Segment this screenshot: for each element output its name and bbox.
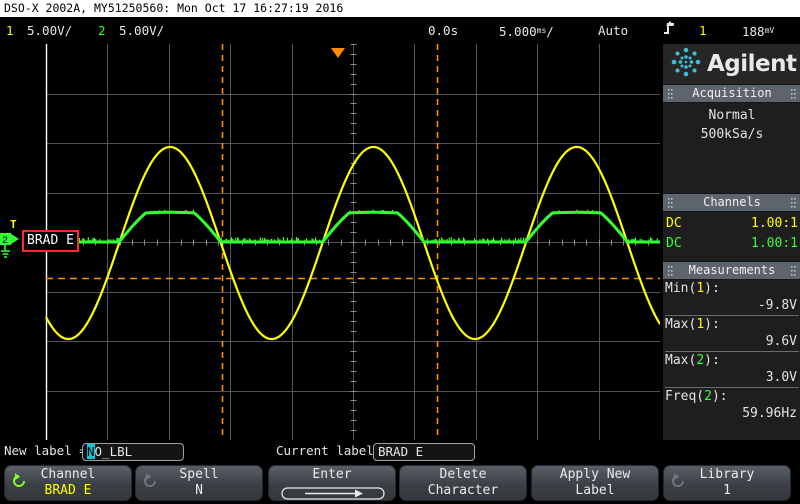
softkey-bar: Channel BRAD E Spell N Enter Delete Character A… — [0, 463, 800, 503]
softkey-channel[interactable]: Channel BRAD E — [4, 465, 132, 501]
measurement-label[interactable]: Max(1): — [663, 316, 800, 333]
channel-2-indicator[interactable]: 2 — [98, 17, 106, 44]
acquisition-panel-title: Acquisition — [692, 86, 771, 100]
softkey-delete[interactable]: Delete Character — [399, 465, 527, 501]
softkey-library[interactable]: Library 1 — [663, 465, 791, 501]
grip-dots-right-icon — [791, 265, 796, 276]
grip-dots-left-icon — [668, 88, 673, 99]
grip-dots-right-icon — [791, 88, 796, 99]
measurements-panel-body: Min(1): -9.8V Max(1): 9.6V Max(2): 3.0V Freq(2… — [663, 280, 800, 452]
channel-row-2[interactable]: DC 1.00:1 — [663, 234, 800, 254]
label-entry-bar: New label = NO_LBL Current label = BRAD … — [0, 440, 800, 462]
softkey-spell[interactable]: Spell N — [135, 465, 263, 501]
timebase-scale[interactable]: 5.000ms/ — [499, 17, 554, 45]
brand-header: Agilent — [663, 44, 800, 84]
softkey-primary-label: Enter — [269, 467, 395, 483]
trigger-level[interactable]: 188mV — [742, 17, 774, 45]
measurement-name-close: ): — [704, 317, 720, 332]
measurement-name: Max( — [665, 317, 696, 332]
brand-name: Agilent — [707, 51, 797, 77]
softkey-primary-label: Spell — [136, 467, 262, 483]
softkey-secondary-label: N — [136, 483, 262, 499]
instrument-title: DSO-X 2002A, MY51250560: Mon Oct 17 16:2… — [4, 1, 343, 15]
channel-1-indicator[interactable]: 1 — [6, 17, 14, 44]
softkey-apply-new[interactable]: Apply New Label — [531, 465, 659, 501]
current-label-value[interactable]: BRAD E — [373, 443, 475, 461]
measurement-source: 2 — [704, 389, 712, 404]
enter-arrow-icon — [281, 485, 383, 498]
timebase-unit: ms — [537, 26, 547, 35]
trigger-source[interactable]: 1 — [699, 17, 707, 44]
measurement-name: Max( — [665, 353, 696, 368]
channel-label-box[interactable]: BRAD E — [22, 230, 79, 252]
horizontal-delay[interactable]: 0.0s — [428, 17, 458, 44]
measurement-name: Freq( — [665, 389, 704, 404]
trigger-position-marker[interactable] — [330, 44, 346, 63]
grip-dots-left-icon — [668, 197, 673, 208]
new-label-rest: O_LBL — [95, 444, 133, 459]
trigger-mode[interactable]: Auto — [598, 17, 628, 44]
trigger-level-unit: mV — [765, 26, 775, 35]
channel-2-scale[interactable]: 5.00V/ — [119, 17, 164, 44]
channel-2-probe: 1.00:1 — [751, 234, 798, 254]
softkey-primary-label: Channel — [5, 467, 131, 483]
new-label-cursor-char: N — [87, 444, 95, 459]
measurement-name-close: ): — [704, 353, 720, 368]
acquisition-panel-header[interactable]: Acquisition — [663, 84, 800, 103]
trigger-level-value: 188 — [742, 24, 765, 39]
softkey-secondary-label: 1 — [664, 483, 790, 499]
measurement-value: 9.6V — [663, 333, 800, 351]
channel-2-coupling: DC — [666, 234, 682, 254]
channel-2-ground-marker-icon[interactable]: 2 — [0, 232, 20, 266]
timebase-slash: / — [546, 24, 554, 39]
acquisition-mode: Normal — [663, 106, 800, 125]
measurement-value: 59.96Hz — [663, 405, 800, 423]
softkey-primary-label: Delete — [400, 467, 526, 483]
status-bar: 1 5.00V/ 2 5.00V/ 0.0s 5.000ms/ Auto 1 1… — [0, 17, 800, 44]
channel-row-1[interactable]: DC 1.00:1 — [663, 214, 800, 234]
measurement-label[interactable]: Max(2): — [663, 352, 800, 369]
softkey-secondary-label: Character — [400, 483, 526, 499]
softkey-enter[interactable]: Enter — [268, 465, 396, 501]
measurement-source: 2 — [696, 353, 704, 368]
sidebar-panel: Agilent Acquisition Normal 500kSa/s Chan… — [662, 44, 800, 440]
acquisition-panel-body: Normal 500kSa/s — [663, 103, 800, 193]
agilent-starburst-icon — [669, 46, 703, 82]
acquisition-sample-rate: 500kSa/s — [663, 125, 800, 144]
channel-1-scale[interactable]: 5.00V/ — [27, 17, 72, 44]
softkey-secondary-label: Label — [532, 483, 658, 499]
oscilloscope-screen: DSO-X 2002A, MY51250560: Mon Oct 17 16:2… — [0, 0, 800, 503]
measurement-name: Min( — [665, 281, 696, 296]
measurements-panel-title: Measurements — [689, 263, 776, 277]
channel-1-coupling: DC — [666, 214, 682, 234]
new-label-input[interactable]: NO_LBL — [82, 443, 184, 461]
window-title-bar: DSO-X 2002A, MY51250560: Mon Oct 17 16:2… — [0, 0, 800, 17]
timebase-value: 5.000 — [499, 24, 537, 39]
measurements-panel-header[interactable]: Measurements — [663, 261, 800, 280]
rising-edge-icon — [663, 21, 676, 40]
channel-1-probe: 1.00:1 — [751, 214, 798, 234]
new-label-caption: New label = — [4, 440, 87, 462]
trigger-level-marker-icon[interactable]: T — [10, 219, 17, 230]
measurement-source: 1 — [696, 317, 704, 332]
softkey-primary-label: Apply New — [532, 467, 658, 483]
measurement-source: 1 — [696, 281, 704, 296]
measurement-name-close: ): — [704, 281, 720, 296]
current-label-caption: Current label = — [276, 440, 389, 462]
measurement-label[interactable]: Freq(2): — [663, 388, 800, 405]
channels-panel-body: DC 1.00:1 DC 1.00:1 — [663, 212, 800, 261]
channels-panel-title: Channels — [703, 195, 761, 209]
measurement-name-close: ): — [712, 389, 728, 404]
grip-dots-left-icon — [668, 265, 673, 276]
measurement-value: -9.8V — [663, 297, 800, 315]
measurement-label[interactable]: Min(1): — [663, 280, 800, 297]
measurement-value: 3.0V — [663, 369, 800, 387]
waveform-display[interactable]: T 2 BRAD E — [0, 44, 660, 440]
grip-dots-right-icon — [791, 197, 796, 208]
softkey-primary-label: Library — [664, 467, 790, 483]
channels-panel-header[interactable]: Channels — [663, 193, 800, 212]
softkey-secondary-label: BRAD E — [5, 483, 131, 499]
waveform-traces — [0, 44, 660, 440]
